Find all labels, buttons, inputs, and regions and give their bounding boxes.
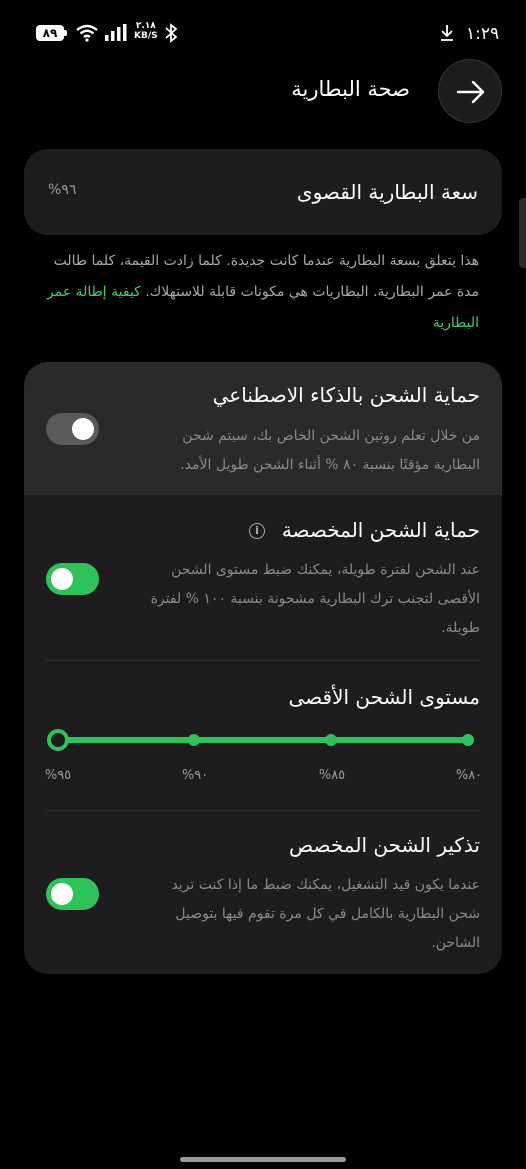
signal-icon xyxy=(105,24,127,41)
custom-protection-description: عند الشحن لفترة طويلة، يمكنك ضبط مستوى ا… xyxy=(150,562,480,636)
divider xyxy=(46,660,480,661)
slider-stop[interactable] xyxy=(325,734,337,746)
back-button[interactable] xyxy=(438,59,502,123)
reminder-title: تذكير الشحن المخصص xyxy=(289,833,480,857)
toggle-knob xyxy=(51,883,73,905)
info-icon[interactable]: i xyxy=(249,523,265,539)
capacity-info-text: هذا يتعلق بسعة البطارية عندما كانت جديدة… xyxy=(39,246,479,339)
max-level-title: مستوى الشحن الأقصى xyxy=(288,685,480,709)
max-level-slider-track[interactable] xyxy=(57,737,469,743)
page-title: صحة البطارية xyxy=(291,77,410,101)
slider-stop[interactable] xyxy=(188,734,200,746)
bluetooth-icon xyxy=(165,23,177,43)
slider-tick-label: %٩٠ xyxy=(181,768,209,783)
net-speed-unit: KB/S xyxy=(134,31,158,41)
net-speed: ٢.١٨ KB/S xyxy=(134,21,158,41)
battery-icon: ٨٩ xyxy=(36,25,64,41)
ai-protection-description: من خلال تعلم روتين الشحن الخاص بك، سيتم … xyxy=(180,428,480,473)
divider xyxy=(46,810,480,811)
side-panel-handle[interactable] xyxy=(519,198,526,268)
reminder-toggle[interactable] xyxy=(46,878,99,910)
net-speed-value: ٢.١٨ xyxy=(135,21,156,31)
slider-tick-label: %٨٥ xyxy=(318,768,346,783)
arrow-right-icon xyxy=(456,80,485,104)
slider-tick-label: %٩٥ xyxy=(44,768,72,783)
ai-protection-toggle[interactable] xyxy=(46,413,99,445)
battery-level: ٨٩ xyxy=(42,26,58,40)
slider-stop[interactable] xyxy=(462,734,474,746)
max-level-slider-thumb[interactable] xyxy=(47,729,69,751)
ai-protection-title: حماية الشحن بالذكاء الاصطناعي xyxy=(212,383,480,407)
slider-tick-label: %٨٠ xyxy=(455,768,483,783)
max-capacity-title: سعة البطارية القصوى xyxy=(296,180,478,204)
home-indicator[interactable] xyxy=(180,1157,346,1162)
custom-protection-title: حماية الشحن المخصصة xyxy=(281,518,480,542)
wifi-icon xyxy=(76,24,98,42)
battery-tip xyxy=(64,30,67,36)
max-capacity-value: %٩٦ xyxy=(48,182,77,198)
reminder-description: عندما يكون قيد التشغيل، يمكنك ضبط ما إذا… xyxy=(171,877,480,951)
custom-protection-toggle[interactable] xyxy=(46,563,99,595)
toggle-knob xyxy=(51,568,73,590)
toggle-knob xyxy=(72,418,94,440)
download-icon xyxy=(441,25,453,41)
status-time: ١:٢٩ xyxy=(466,24,500,44)
